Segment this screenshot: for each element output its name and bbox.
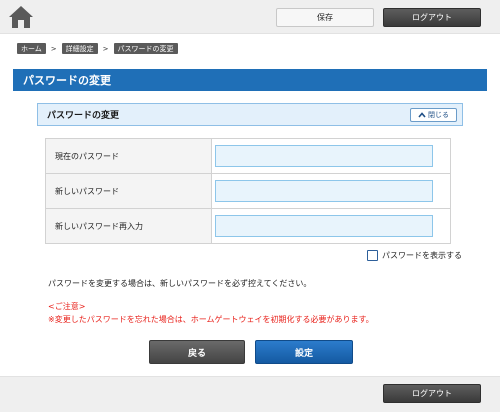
- info-text: パスワードを変更する場合は、新しいパスワードを必ず控えてください。: [48, 279, 312, 288]
- show-password-label: パスワードを表示する: [382, 251, 462, 260]
- show-password-checkbox[interactable]: [367, 250, 378, 261]
- footer-bar: ログアウト: [0, 376, 500, 412]
- home-button[interactable]: [8, 5, 34, 29]
- breadcrumb-current: パスワードの変更: [113, 43, 178, 54]
- collapse-label: 閉じる: [428, 111, 449, 119]
- show-password-toggle[interactable]: パスワードを表示する: [367, 250, 462, 261]
- logout-button-top[interactable]: ログアウト: [383, 8, 481, 27]
- home-icon: [9, 6, 33, 28]
- confirm-password-input[interactable]: [215, 215, 433, 237]
- current-password-input[interactable]: [215, 145, 433, 167]
- form-row-new-password: 新しいパスワード: [45, 173, 451, 209]
- password-form: 現在のパスワード 新しいパスワード 新しいパスワード再入力: [45, 138, 451, 244]
- caution-title: <ご注意>: [48, 302, 86, 311]
- page-title: パスワードの変更: [13, 69, 487, 91]
- new-password-label: 新しいパスワード: [45, 173, 212, 209]
- form-row-confirm-password: 新しいパスワード再入力: [45, 208, 451, 244]
- chevron-up-icon: [418, 112, 426, 118]
- collapse-button[interactable]: 閉じる: [410, 108, 457, 122]
- caution-text: ※変更したパスワードを忘れた場合は、ホームゲートウェイを初期化する必要があります…: [48, 315, 374, 324]
- set-button[interactable]: 設定: [255, 340, 353, 364]
- save-button[interactable]: 保存: [276, 8, 374, 27]
- section-title: パスワードの変更: [47, 111, 120, 121]
- new-password-input[interactable]: [215, 180, 433, 202]
- breadcrumb-separator: >: [50, 44, 57, 53]
- breadcrumb: ホーム > 詳細設定 > パスワードの変更: [17, 43, 178, 54]
- breadcrumb-advanced-settings[interactable]: 詳細設定: [61, 43, 98, 54]
- form-row-current-password: 現在のパスワード: [45, 138, 451, 174]
- logout-button-bottom[interactable]: ログアウト: [383, 384, 481, 403]
- breadcrumb-home[interactable]: ホーム: [17, 43, 46, 54]
- section-header: パスワードの変更 閉じる: [37, 103, 463, 126]
- top-bar: 保存 ログアウト: [0, 0, 500, 34]
- breadcrumb-separator: >: [102, 44, 109, 53]
- back-button[interactable]: 戻る: [149, 340, 245, 364]
- confirm-password-label: 新しいパスワード再入力: [45, 208, 212, 244]
- current-password-label: 現在のパスワード: [45, 138, 212, 174]
